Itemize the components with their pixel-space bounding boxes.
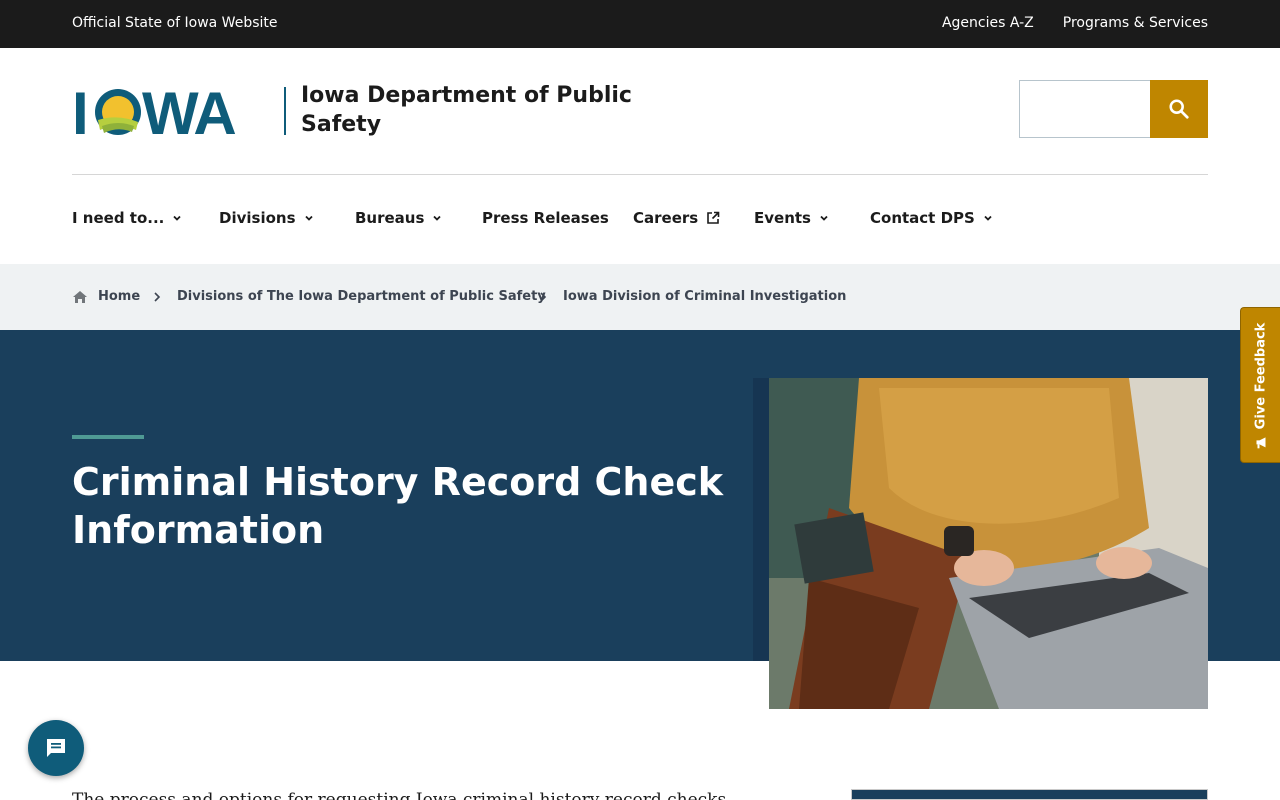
breadcrumb-divisions[interactable]: Divisions of The Iowa Department of Publ… bbox=[177, 289, 546, 304]
top-links: Agencies A-Z Programs & Services bbox=[942, 15, 1208, 31]
search-button[interactable] bbox=[1150, 80, 1208, 138]
nav-contact-dps[interactable]: Contact DPS bbox=[870, 209, 993, 227]
department-name[interactable]: Iowa Department of Public Safety bbox=[301, 81, 641, 139]
nav-label: Contact DPS bbox=[870, 209, 975, 227]
svg-text:WA: WA bbox=[142, 86, 235, 138]
intro-paragraph: The process and options for requesting I… bbox=[72, 792, 772, 800]
official-site-label: Official State of Iowa Website bbox=[72, 15, 278, 31]
nav-label: I need to... bbox=[72, 209, 165, 227]
chevron-down-icon bbox=[173, 215, 181, 221]
feedback-label: Give Feedback bbox=[1253, 322, 1269, 430]
breadcrumb-current: Iowa Division of Criminal Investigation bbox=[563, 289, 847, 304]
nav-label: Careers bbox=[633, 209, 699, 227]
external-link-icon bbox=[707, 211, 720, 224]
page-title: Criminal History Record Check Informatio… bbox=[72, 460, 724, 552]
agencies-a-z-link[interactable]: Agencies A-Z bbox=[942, 15, 1034, 31]
home-icon bbox=[73, 291, 87, 303]
chat-bubble-icon bbox=[47, 739, 65, 757]
laptop-photo-illustration bbox=[769, 378, 1208, 709]
logo-divider bbox=[284, 87, 286, 135]
hero-image bbox=[769, 378, 1208, 709]
iowa-logo[interactable]: I WA bbox=[72, 86, 272, 138]
give-feedback-tab[interactable]: Give Feedback bbox=[1240, 307, 1280, 463]
search-icon bbox=[1169, 99, 1189, 119]
chevron-right-icon bbox=[540, 292, 547, 302]
programs-services-link[interactable]: Programs & Services bbox=[1063, 15, 1208, 31]
site-header: I WA Iowa Department of Public Safety bbox=[0, 48, 1280, 175]
sidebar-card bbox=[851, 789, 1208, 800]
chevron-down-icon bbox=[304, 215, 313, 221]
search-input[interactable] bbox=[1019, 80, 1151, 138]
nav-careers[interactable]: Careers bbox=[633, 209, 720, 227]
main-navigation: I need to... Divisions Bureaus Press Rel… bbox=[0, 175, 1280, 264]
svg-text:I: I bbox=[72, 86, 88, 138]
nav-label: Press Releases bbox=[482, 209, 609, 227]
megaphone-icon bbox=[1256, 437, 1265, 449]
breadcrumb-home[interactable]: Home bbox=[98, 289, 140, 304]
feedback-label-group: Give Feedback bbox=[1254, 323, 1269, 450]
nav-events[interactable]: Events bbox=[754, 209, 829, 227]
hero-image-backdrop bbox=[753, 378, 769, 661]
nav-divisions[interactable]: Divisions bbox=[219, 209, 314, 227]
chevron-down-icon bbox=[984, 215, 992, 221]
hero-accent-line bbox=[72, 435, 144, 439]
breadcrumb: Home Divisions of The Iowa Department of… bbox=[0, 264, 1280, 330]
chevron-down-icon bbox=[433, 215, 442, 221]
official-site-banner: Official State of Iowa Website Agencies … bbox=[0, 0, 1280, 48]
chevron-down-icon bbox=[820, 215, 828, 221]
chat-button[interactable] bbox=[28, 720, 84, 776]
nav-label: Events bbox=[754, 209, 811, 227]
nav-label: Bureaus bbox=[355, 209, 425, 227]
nav-i-need-to[interactable]: I need to... bbox=[72, 209, 182, 227]
nav-label: Divisions bbox=[219, 209, 296, 227]
chevron-right-icon bbox=[154, 292, 161, 302]
nav-bureaus[interactable]: Bureaus bbox=[355, 209, 442, 227]
nav-press-releases[interactable]: Press Releases bbox=[482, 209, 609, 227]
